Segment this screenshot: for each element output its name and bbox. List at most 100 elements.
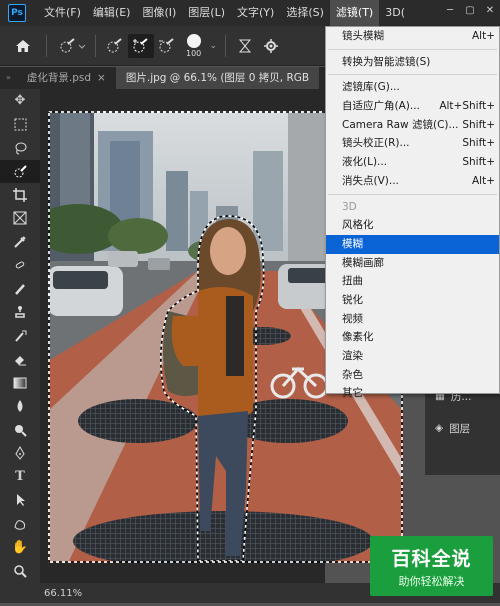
menu-separator [328,74,497,75]
filter-menu-item[interactable]: 其它 [326,384,499,403]
filter-menu-item[interactable]: 像素化 [326,328,499,347]
filter-menu-item[interactable]: 液化(L)...Shift+ [326,153,499,172]
filter-menu-item[interactable]: 消失点(V)... Alt+ [326,172,499,191]
filter-menu-item[interactable]: 杂色 [326,366,499,385]
menu-item-label: 3D [342,201,357,213]
menu-edit[interactable]: 编辑(E) [87,0,137,26]
minimize-icon[interactable]: ─ [440,0,460,20]
watermark-subtitle: 助你轻松解决 [399,573,465,589]
menu-item-label: 消失点(V)... [342,175,399,187]
filter-menu-item[interactable]: 自适应广角(A)... Alt+Shift+ [326,97,499,116]
menu-filter[interactable]: 滤镜(T) [330,0,379,26]
filter-menu-item[interactable]: 模糊 [326,235,499,254]
filter-menu-item[interactable]: 风格化 [326,216,499,235]
gradient-tool-icon[interactable] [0,371,40,395]
menu-item-label: 滤镜库(G)... [342,81,400,93]
filter-menu-item[interactable]: 视频 [326,310,499,329]
tabs-collapse-icon[interactable]: » [0,67,17,89]
new-selection-icon[interactable] [102,34,128,58]
menu-item-label: 视频 [342,313,363,325]
maximize-icon[interactable]: ▢ [460,0,480,20]
brush-tip-icon [187,34,201,48]
tool-preset-picker[interactable] [53,34,89,58]
menu-item-label: 杂色 [342,369,363,381]
menu-separator [328,49,497,50]
dodge-tool-icon[interactable] [0,418,40,442]
window-controls: ─ ▢ ✕ [440,0,500,20]
tab-document-2[interactable]: 图片.jpg @ 66.1% (图层 0 拷贝, RGB [116,67,319,89]
menu-bar: Ps 文件(F) 编辑(E) 图像(I) 图层(L) 文字(Y) 选择(S) 滤… [0,0,500,26]
menu-image[interactable]: 图像(I) [136,0,182,26]
tab-label: 图片.jpg @ 66.1% (图层 0 拷贝, RGB [126,67,309,89]
shape-tool-icon[interactable] [0,512,40,536]
menu-item-shortcut: Alt+ [472,27,495,46]
chevron-down-icon[interactable]: ⌄ [207,34,219,58]
menu-item-label: 镜头校正(R)... [342,137,410,149]
tab-document-1[interactable]: 虚化背景.psd × [17,67,116,89]
tab-label: 虚化背景.psd [27,67,91,89]
divider [46,35,47,57]
filter-menu-item[interactable]: 镜头模糊Alt+ [326,27,499,46]
filter-menu: 镜头模糊Alt+ 转换为智能滤镜(S) 滤镜库(G)... 自适应广角(A)... Al… [325,26,500,394]
add-to-selection-icon[interactable] [128,34,154,58]
menu-item-label: 渲染 [342,350,363,362]
marquee-tool-icon[interactable] [0,113,40,137]
zoom-tool-icon[interactable] [0,559,40,583]
frame-tool-icon[interactable] [0,207,40,231]
type-tool-icon[interactable]: T [0,465,40,489]
hand-tool-icon[interactable]: ✋ [0,536,40,560]
menu-type[interactable]: 文字(Y) [231,0,280,26]
menu-item-label: 其它 [342,387,363,399]
clone-stamp-tool-icon[interactable] [0,301,40,325]
filter-menu-item[interactable]: 渲染 [326,347,499,366]
enhance-edge-icon[interactable] [258,34,284,58]
filter-menu-item[interactable]: 转换为智能滤镜(S) [326,53,499,72]
pen-tool-icon[interactable] [0,442,40,466]
brush-size-picker[interactable]: 100 [186,34,201,58]
menu-select[interactable]: 选择(S) [280,0,330,26]
watermark-logo: 百科全说 助你轻松解决 [370,536,493,596]
menu-item-shortcut: Alt+ [472,172,495,191]
filter-menu-item[interactable]: 锐化 [326,291,499,310]
crop-tool-icon[interactable] [0,183,40,207]
filter-menu-item[interactable]: 滤镜库(G)... [326,78,499,97]
home-icon[interactable] [6,34,40,58]
menu-item-label: 像素化 [342,331,374,343]
quick-selection-tool-icon[interactable] [0,160,40,184]
panel-layers[interactable]: ◈ 图层 [425,412,500,444]
history-brush-tool-icon[interactable] [0,324,40,348]
sample-all-layers-icon[interactable] [232,34,258,58]
menu-3d[interactable]: 3D( [379,0,411,26]
menu-item-label: 扭曲 [342,275,363,287]
close-icon[interactable]: × [97,67,106,89]
menu-item-shortcut: Shift+ [462,153,495,172]
panel-label: 图层 [449,421,470,436]
path-selection-tool-icon[interactable] [0,489,40,513]
filter-menu-item[interactable]: Camera Raw 滤镜(C)...Shift+ [326,116,499,135]
menu-item-label: 自适应广角(A)... [342,100,420,112]
move-tool-icon[interactable]: ✥ [0,89,40,113]
healing-brush-tool-icon[interactable] [0,254,40,278]
subtract-from-selection-icon[interactable] [154,34,180,58]
close-icon[interactable]: ✕ [480,0,500,20]
filter-menu-item: 3D [326,198,499,217]
divider [95,35,96,57]
layers-icon: ◈ [435,422,443,434]
eyedropper-tool-icon[interactable] [0,230,40,254]
divider [225,35,226,57]
menu-file[interactable]: 文件(F) [38,0,87,26]
menu-layer[interactable]: 图层(L) [182,0,231,26]
menu-item-shortcut: Shift+ [462,134,495,153]
filter-menu-item[interactable]: 扭曲 [326,272,499,291]
filter-menu-item[interactable]: 镜头校正(R)... Shift+ [326,134,499,153]
tools-panel: ✥ T ✋ ··· [0,89,40,583]
menu-item-label: 模糊画廊 [342,257,384,269]
zoom-level[interactable]: 66.11% [44,588,82,599]
filter-menu-item[interactable]: 模糊画廊 [326,254,499,273]
menu-item-shortcut: Alt+Shift+ [439,97,495,116]
eraser-tool-icon[interactable] [0,348,40,372]
brush-tool-icon[interactable] [0,277,40,301]
blur-tool-icon[interactable] [0,395,40,419]
lasso-tool-icon[interactable] [0,136,40,160]
brush-size-value: 100 [186,49,201,58]
